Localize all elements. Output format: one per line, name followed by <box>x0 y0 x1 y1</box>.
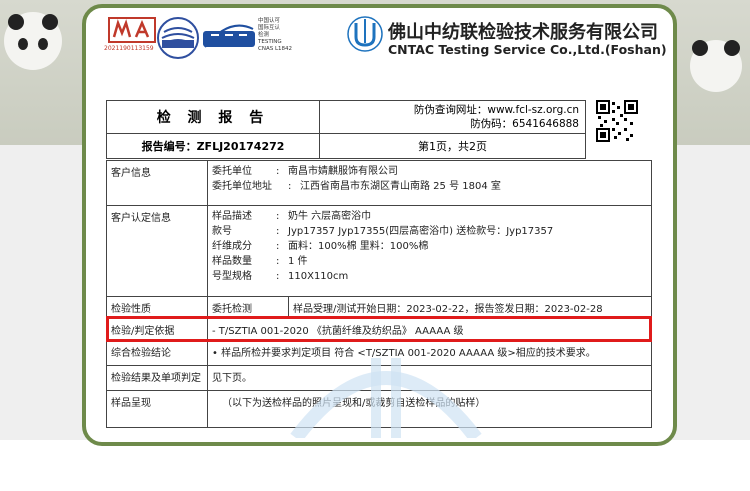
confirm-label: 客户认定信息 <box>106 205 208 297</box>
watermark-logo-icon <box>290 358 482 438</box>
client-label: 客户信息 <box>106 160 208 206</box>
cnas-accreditation-text: 中国认可 国际互认 检测 TESTING CNAS L1842 <box>258 18 293 52</box>
list-item: 样品描述: 奶牛 六层高密浴巾 <box>212 211 372 222</box>
report-header-table: 检 测 报 告 防伪查询网址：www.fcl-sz.org.cn 防伪码：654… <box>106 100 586 159</box>
background-bottom <box>0 440 750 491</box>
report-title: 检 测 报 告 <box>106 100 320 134</box>
confirm-cell: 样品描述: 奶牛 六层高密浴巾 款号: Jyp17357 Jyp17355(四层高密… <box>207 205 652 297</box>
list-item: 款号: Jyp17357 Jyp17355(四层高密浴巾) 送检款号：Jyp173… <box>212 226 554 237</box>
cntac-logo-icon <box>347 16 383 52</box>
list-item: 委托单位: 南昌市婧麒服饰有限公司 <box>212 166 398 177</box>
ilac-mra-logo-icon <box>157 17 199 59</box>
cma-logo-icon <box>108 17 156 43</box>
conclusion-label: 综合检验结论 <box>106 340 208 366</box>
table-row: 客户信息 委托单位: 南昌市婧麒服饰有限公司 委托单位地址: 江西省南昌市东湖区青山… <box>106 160 652 206</box>
report-frame: 2021190113159 中国认可 国际互认 检测 TESTING CNAS … <box>82 4 677 446</box>
verify-code: 防伪码：6541646888 <box>470 118 579 130</box>
page-indicator: 第1页，共2页 <box>319 133 586 159</box>
list-item: 号型规格:110X110cm <box>212 271 349 282</box>
photo-label: 样品呈现 <box>106 390 208 428</box>
result-label: 检验结果及单项判定 <box>106 365 208 391</box>
verify-url: 防伪查询网址：www.fcl-sz.org.cn <box>413 104 579 116</box>
verify-info: 防伪查询网址：www.fcl-sz.org.cn 防伪码：6541646888 <box>319 100 586 134</box>
cnas-logo-icon <box>203 24 255 48</box>
client-cell: 委托单位: 南昌市婧麒服饰有限公司 委托单位地址: 江西省南昌市东湖区青山南路 25… <box>207 160 652 206</box>
company-name-en: CNTAC Testing Service Co.,Ltd.(Foshan) <box>388 42 667 57</box>
list-item: 样品数量:1 件 <box>212 256 308 267</box>
report-number: 报告编号：ZFLJ20174272 <box>106 133 320 159</box>
qr-code-icon <box>596 100 638 142</box>
cma-caption: 2021190113159 <box>104 45 154 52</box>
company-name-cn: 佛山中纺联检验技术服务有限公司 <box>388 22 658 43</box>
table-row: 客户认定信息 样品描述: 奶牛 六层高密浴巾 款号: Jyp17357 Jyp173… <box>106 205 652 297</box>
panda-toy-left <box>4 12 62 70</box>
list-item: 纤维成分: 面料：100%棉 里料：100%棉 <box>212 241 429 252</box>
basis-highlight-box <box>106 316 652 342</box>
list-item: 委托单位地址: 江西省南昌市东湖区青山南路 25 号 1804 室 <box>212 181 501 192</box>
panda-toy-right <box>690 40 742 92</box>
